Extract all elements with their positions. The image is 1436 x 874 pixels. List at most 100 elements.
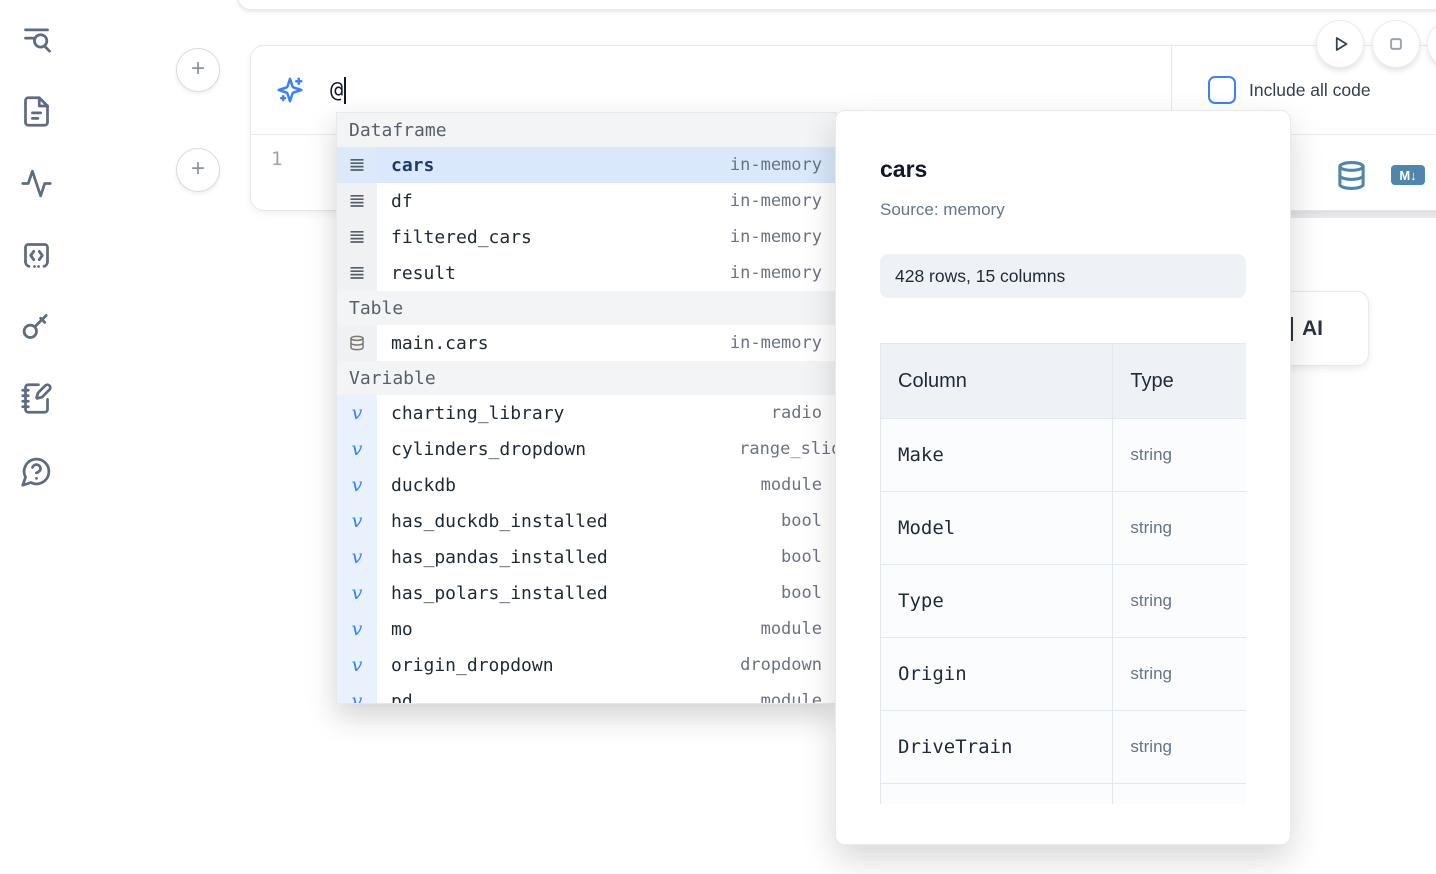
schema-row: Typestring (881, 565, 1247, 638)
autocomplete-section-header: Variable (337, 361, 836, 395)
item-type: in-memory (730, 263, 836, 283)
column-type: string (1113, 419, 1246, 492)
item-name: main.cars (391, 333, 489, 354)
item-name: result (391, 263, 456, 284)
item-name: charting_library (391, 403, 564, 424)
schema-table-wrap: ColumnType MakestringModelstringTypestri… (880, 343, 1246, 804)
autocomplete-item-duckdb[interactable]: vduckdb module (337, 467, 836, 503)
file-text-icon[interactable] (17, 92, 55, 130)
previous-cell-edge (237, 0, 1436, 10)
autocomplete-section-header: Table (337, 291, 836, 325)
item-type: radio (771, 403, 836, 423)
item-name: filtered_cars (391, 227, 532, 248)
dataframe-icon (337, 147, 377, 183)
scratchpad-icon[interactable] (17, 379, 55, 417)
dataframe-preview-panel: cars Source: memory 428 rows, 15 columns… (835, 110, 1291, 845)
item-type: bool (781, 583, 836, 603)
autocomplete-item-df[interactable]: df in-memory (337, 183, 836, 219)
schema-row: Originstring (881, 638, 1247, 711)
autocomplete-item-pd[interactable]: vpd module (337, 683, 836, 704)
autocomplete-item-result[interactable]: result in-memory (337, 255, 836, 291)
column-name: Type (881, 565, 1113, 638)
column-name: DriveTrain (881, 711, 1113, 784)
prompt-text: @ (330, 78, 343, 103)
datasource-icon[interactable] (1336, 158, 1367, 193)
item-name: has_duckdb_installed (391, 511, 608, 532)
stop-icon (1383, 31, 1409, 57)
add-cell-above-button[interactable]: + (176, 48, 220, 92)
autocomplete-section-header: Dataframe (337, 113, 836, 147)
variable-icon: v (337, 683, 377, 704)
item-type: bool (781, 547, 836, 567)
autocomplete-item-has_duckdb_installed[interactable]: vhas_duckdb_installedbool (337, 503, 836, 539)
text-cursor (344, 77, 346, 104)
item-name: cylinders_dropdown (391, 439, 586, 460)
autocomplete-item-filtered_cars[interactable]: filtered_cars in-memory (337, 219, 836, 255)
item-name: has_polars_installed (391, 583, 608, 604)
include-all-code-checkbox[interactable] (1208, 76, 1236, 104)
item-name: origin_dropdown (391, 655, 554, 676)
run-cell-button[interactable] (1317, 21, 1363, 67)
item-type: in-memory (730, 155, 836, 175)
schema-table: ColumnType MakestringModelstringTypestri… (880, 343, 1246, 804)
autocomplete-popup: Dataframecarsin-memorydfin-memoryfiltere… (336, 112, 837, 704)
include-all-code-label: Include all code (1249, 80, 1371, 101)
markdown-toggle-icon[interactable]: M↓ (1391, 165, 1425, 185)
autocomplete-item-main.cars[interactable]: main.cars in-memory (337, 325, 836, 361)
code-snippets-icon[interactable] (17, 236, 55, 274)
item-type: module (761, 691, 836, 704)
column-type: string (1113, 638, 1246, 711)
item-type: range_slider (739, 439, 837, 459)
preview-title: cars (880, 156, 1246, 183)
schema-header: Type (1113, 344, 1246, 419)
activity-icon[interactable] (17, 164, 55, 202)
variable-icon: v (337, 647, 377, 683)
item-name: pd (391, 691, 413, 705)
schema-row: DriveTrainstring (881, 711, 1247, 784)
column-type: string (1113, 711, 1246, 784)
variable-icon: v (337, 431, 377, 467)
autocomplete-item-has_pandas_installed[interactable]: v has_pandas_installed bool (337, 539, 836, 575)
ai-prompt-input[interactable]: @ (330, 77, 1171, 104)
schema-row: Modelstring (881, 492, 1247, 565)
key-icon[interactable] (17, 307, 55, 345)
column-type: string (1113, 565, 1246, 638)
schema-header: Column (881, 344, 1113, 419)
sparkles-icon (275, 75, 305, 105)
dataframe-icon (337, 255, 377, 291)
column-name: Make (881, 419, 1113, 492)
autocomplete-item-cylinders_dropdown[interactable]: v cylinders_dropdown range_slider (337, 431, 836, 467)
variable-icon: v (337, 395, 377, 431)
item-name: has_pandas_installed (391, 547, 608, 568)
line-number: 1 (271, 148, 282, 170)
list-search-icon[interactable] (17, 20, 55, 58)
autocomplete-item-origin_dropdown[interactable]: vorigin_dropdowndropdown (337, 647, 836, 683)
item-name: mo (391, 619, 413, 640)
preview-source: Source: memory (880, 200, 1246, 220)
stop-button[interactable] (1373, 21, 1419, 67)
sidebar (0, 0, 72, 874)
autocomplete-item-charting_library[interactable]: v charting_library radio (337, 395, 836, 431)
column-name: Model (881, 492, 1113, 565)
item-type: in-memory (730, 191, 836, 211)
column-name: Origin (881, 638, 1113, 711)
autocomplete-item-mo[interactable]: vmomodule (337, 611, 836, 647)
variable-icon: v (337, 467, 377, 503)
item-type: in-memory (730, 227, 836, 247)
item-name: df (391, 191, 413, 212)
marimo-notebook: @ Include all code 1 M↓ AI + + Dataframe… (0, 0, 1436, 874)
variable-icon: v (337, 539, 377, 575)
item-name: duckdb (391, 475, 456, 496)
add-cell-below-button[interactable]: + (176, 148, 220, 192)
item-type: in-memory (730, 333, 836, 353)
help-chat-icon[interactable] (17, 452, 55, 490)
play-icon (1327, 31, 1353, 57)
autocomplete-item-cars[interactable]: carsin-memory (337, 147, 836, 183)
column-type: string (1113, 492, 1246, 565)
shape-badge: 428 rows, 15 columns (880, 254, 1246, 298)
item-type: bool (781, 511, 836, 531)
dataframe-icon (337, 219, 377, 255)
variable-icon: v (337, 611, 377, 647)
item-type: module (761, 475, 836, 495)
autocomplete-item-has_polars_installed[interactable]: vhas_polars_installedbool (337, 575, 836, 611)
